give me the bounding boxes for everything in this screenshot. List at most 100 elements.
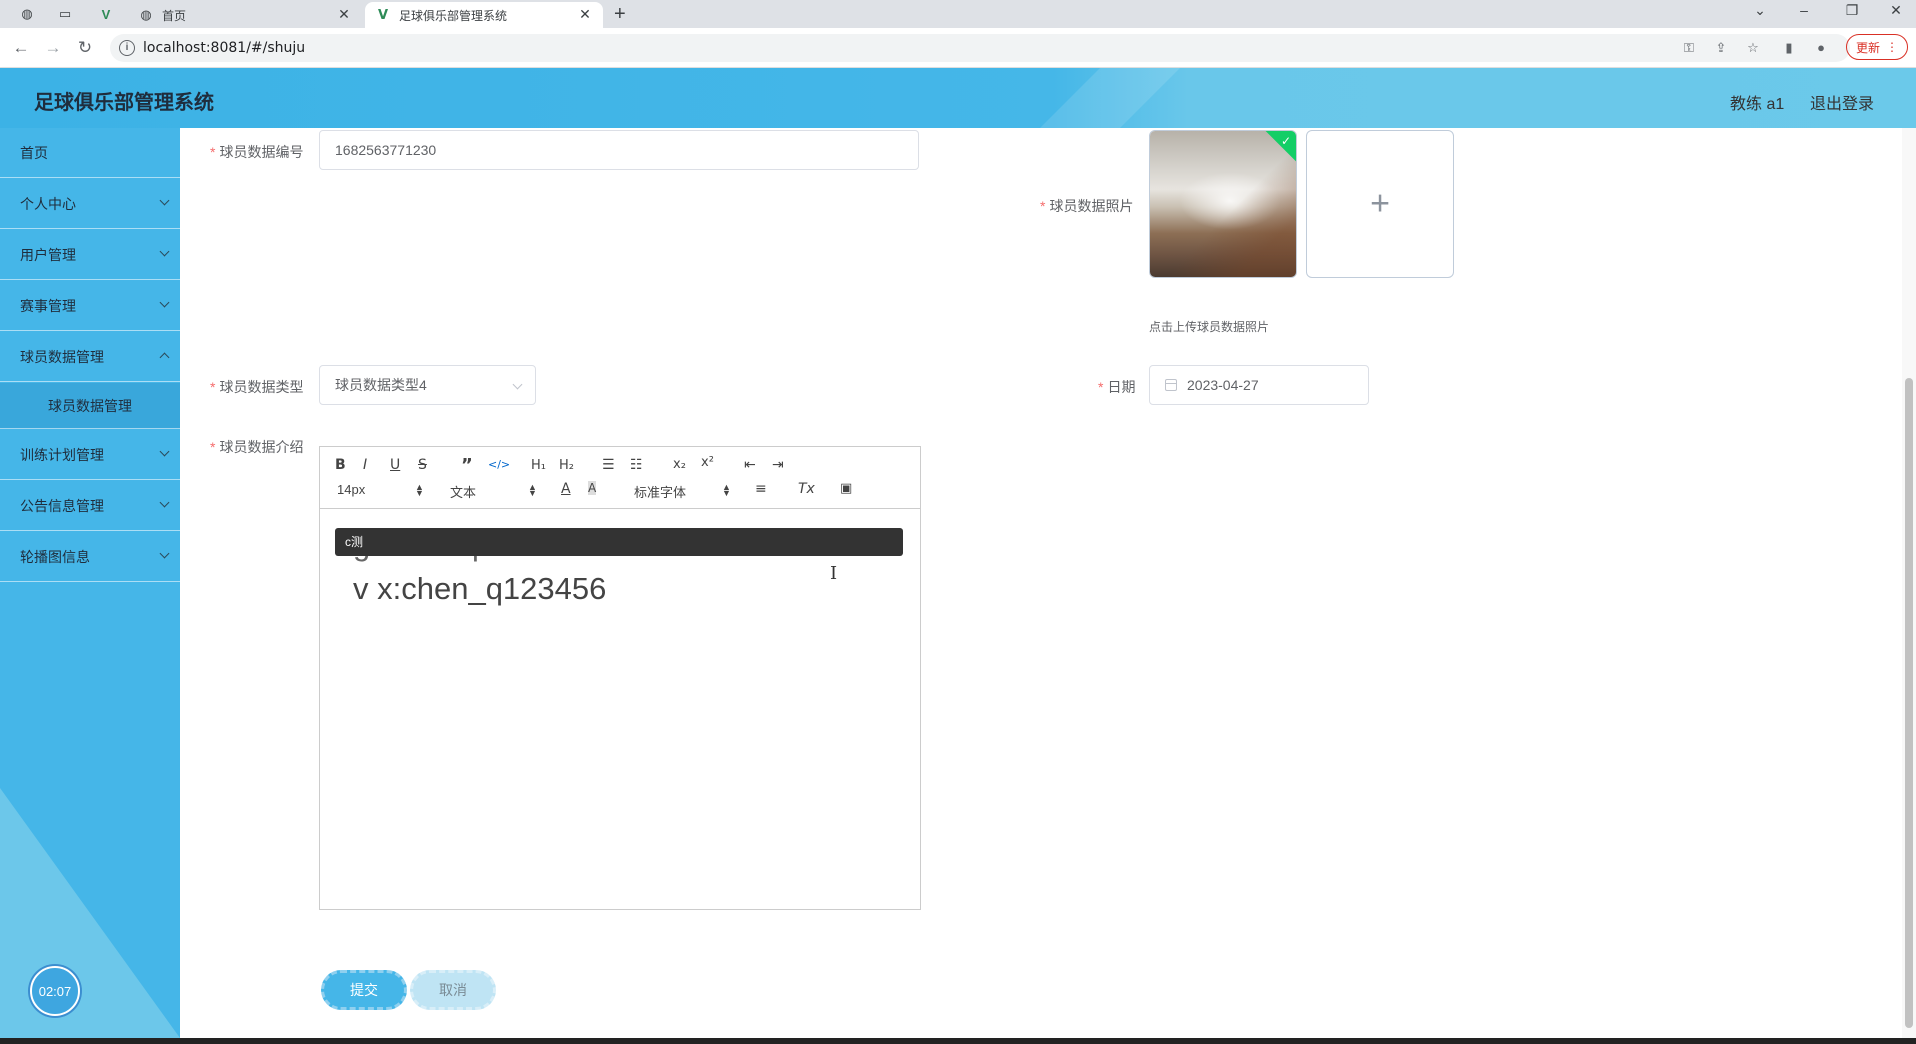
globe-icon[interactable]: ◍	[16, 4, 38, 24]
editor-content[interactable]: git:chenqi199 v x:chen_q123456 c测 I	[320, 509, 920, 909]
url-text[interactable]: localhost:8081/#/shuju	[143, 40, 305, 56]
link-tooltip: c测	[335, 528, 903, 556]
underline-button[interactable]: U	[390, 457, 400, 473]
tab-club-system[interactable]: V 足球俱乐部管理系统 ✕	[365, 2, 603, 28]
photo-hint: 点击上传球员数据照片	[1149, 320, 1270, 334]
check-icon: ✓	[1280, 134, 1291, 148]
text-cursor: I	[830, 563, 838, 584]
id-input[interactable]: 1682563771230	[319, 130, 919, 170]
italic-button[interactable]: I	[363, 457, 367, 473]
outdent-button[interactable]: ⇤	[744, 457, 756, 473]
photo-label: * 球员数据照片	[1040, 198, 1134, 214]
cancel-button[interactable]: 取消	[410, 970, 496, 1010]
sidebar-item-carousel[interactable]: 轮播图信息	[0, 532, 180, 582]
chevron-down-icon	[159, 548, 170, 559]
sidebar: 首页 个人中心 用户管理 赛事管理 球员数据管理 球员数据管理 训练计划管理 公…	[0, 128, 180, 1038]
intro-label: * 球员数据介绍	[210, 439, 304, 455]
player-data-form: * 球员数据编号 1682563771230 * 球员数据照片 ✓ + 点击上传球员…	[180, 128, 1902, 1038]
sidebar-item-training-plan[interactable]: 训练计划管理	[0, 430, 180, 480]
code-block-button[interactable]: </>	[488, 458, 510, 471]
ordered-list-button[interactable]: ☰	[602, 457, 615, 473]
bullet-list-button[interactable]: ☷	[630, 457, 643, 473]
editor-line: v x:chen_q123456	[353, 571, 607, 606]
timer-badge[interactable]: 02:07	[30, 966, 80, 1016]
chevron-up-icon	[159, 352, 170, 363]
vue-icon: V	[377, 7, 389, 23]
subscript-button[interactable]: x₂	[673, 457, 686, 472]
updown-icon: ▲ ▼	[722, 482, 731, 498]
header-select[interactable]: 文本 ▲ ▼	[450, 482, 537, 501]
id-label: * 球员数据编号	[210, 144, 304, 160]
new-tab-button[interactable]: +	[614, 3, 626, 26]
share-icon[interactable]: ⇪	[1712, 39, 1730, 57]
clear-format-button[interactable]: Tx	[798, 481, 815, 497]
address-bar[interactable]: i localhost:8081/#/shuju ⚿ ⇪ ☆ ▮ ●	[110, 34, 1850, 62]
align-button[interactable]: ≡	[755, 481, 767, 497]
key-icon[interactable]: ⚿	[1680, 39, 1698, 57]
sidebar-item-announcements[interactable]: 公告信息管理	[0, 481, 180, 531]
updown-icon: ▲ ▼	[528, 482, 537, 498]
indent-button[interactable]: ⇥	[772, 457, 784, 473]
side-panel-icon[interactable]: ▮	[1780, 39, 1798, 57]
chevron-down-icon	[159, 195, 170, 206]
superscript-button[interactable]: x²	[701, 455, 714, 470]
logout-link[interactable]: 退出登录	[1810, 90, 1874, 114]
info-icon[interactable]: i	[119, 40, 135, 56]
type-select[interactable]: 球员数据类型4	[319, 365, 536, 405]
tab-home[interactable]: ◍ 首页 ✕	[128, 2, 362, 28]
sidebar-item-match-management[interactable]: 赛事管理	[0, 281, 180, 331]
scrollbar-thumb[interactable]	[1905, 378, 1913, 1028]
vue-icon[interactable]: V	[95, 4, 117, 24]
profile-icon[interactable]: ●	[1812, 39, 1830, 57]
globe-icon: ◍	[140, 7, 152, 23]
header-decoration	[1000, 68, 1200, 128]
bookmark-star-icon[interactable]: ☆	[1744, 39, 1762, 57]
app-header: 足球俱乐部管理系统 教练 a1 退出登录	[0, 68, 1916, 128]
chevron-down-icon	[159, 246, 170, 257]
bold-button[interactable]: B	[335, 457, 346, 473]
chevron-down-icon	[512, 379, 523, 390]
sidebar-item-user-management[interactable]: 用户管理	[0, 230, 180, 280]
updown-icon: ▲ ▼	[415, 482, 424, 498]
strike-button[interactable]: S	[418, 457, 427, 473]
background-color-button[interactable]: A	[588, 481, 597, 495]
update-button[interactable]: 更新 ⋮	[1846, 34, 1908, 60]
font-color-button[interactable]: A	[561, 481, 571, 497]
upload-button[interactable]: +	[1306, 130, 1454, 278]
font-family-select[interactable]: 标准字体 ▲ ▼	[634, 482, 734, 501]
submit-button[interactable]: 提交	[321, 970, 407, 1010]
image-button[interactable]: ▣	[840, 481, 852, 496]
uploaded-photo[interactable]: ✓	[1149, 130, 1297, 278]
sidebar-item-player-data-management[interactable]: 球员数据管理	[0, 332, 180, 382]
sidebar-item-home[interactable]: 首页	[0, 128, 180, 178]
back-button[interactable]: ←	[10, 37, 32, 59]
calendar-icon	[1165, 379, 1177, 391]
minimize-button[interactable]: –	[1784, 2, 1824, 24]
sidebar-item-personal-center[interactable]: 个人中心	[0, 179, 180, 229]
browser-tabbar: ◍ ▭ V ◍ 首页 ✕ V 足球俱乐部管理系统 ✕ + ⌄ – ❐ ✕	[0, 0, 1916, 28]
restore-button[interactable]: ❐	[1832, 2, 1872, 24]
blank-tab-icon[interactable]: ▭	[54, 4, 76, 24]
more-icon: ⋮	[1886, 40, 1898, 54]
plus-icon: +	[1370, 184, 1390, 223]
page-scrollbar[interactable]	[1902, 128, 1916, 1038]
forward-button[interactable]: →	[42, 37, 64, 59]
photo-thumbnail	[1150, 131, 1296, 277]
chevron-down-icon	[159, 497, 170, 508]
header-2-button[interactable]: H₂	[559, 458, 574, 473]
tab-search-icon[interactable]: ⌄	[1740, 2, 1780, 24]
close-icon[interactable]: ✕	[577, 7, 593, 23]
date-label: * 日期	[1098, 379, 1136, 395]
close-icon[interactable]: ✕	[336, 7, 352, 23]
rich-text-editor: B I U S ” </> H₁ H₂ ☰ ☷ x₂ x² ⇤ ⇥ 14px ▲…	[319, 446, 921, 910]
type-label: * 球员数据类型	[210, 379, 304, 395]
chevron-down-icon	[159, 297, 170, 308]
blockquote-button[interactable]: ”	[461, 455, 473, 476]
date-picker[interactable]: 2023-04-27	[1149, 365, 1369, 405]
header-1-button[interactable]: H₁	[531, 458, 546, 473]
reload-button[interactable]: ↻	[74, 37, 96, 59]
font-size-select[interactable]: 14px ▲ ▼	[337, 482, 424, 498]
close-window-button[interactable]: ✕	[1876, 2, 1916, 24]
editor-toolbar: B I U S ” </> H₁ H₂ ☰ ☷ x₂ x² ⇤ ⇥ 14px ▲…	[320, 447, 920, 509]
sidebar-subitem-player-data-management[interactable]: 球员数据管理	[0, 383, 180, 429]
